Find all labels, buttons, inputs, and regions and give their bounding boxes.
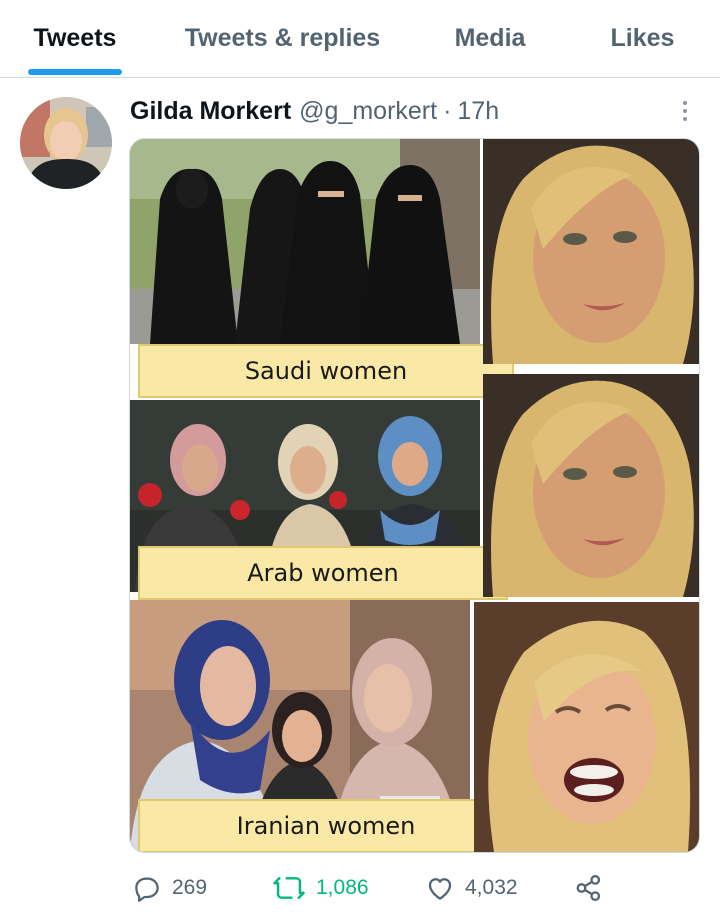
author-name[interactable]: Gilda Morkert <box>130 97 291 126</box>
profile-tab-bar: Tweets Tweets & replies Media Likes <box>0 0 720 78</box>
reply-icon <box>132 873 162 903</box>
tab-tweets-and-replies[interactable]: Tweets & replies <box>150 0 415 77</box>
photo-face-1 <box>483 139 699 364</box>
like-button[interactable]: 4,032 <box>425 866 518 910</box>
tweet-timestamp[interactable]: 17h <box>457 97 499 126</box>
heart-icon <box>425 873 455 903</box>
tab-likes[interactable]: Likes <box>565 0 720 77</box>
tweet-media[interactable]: Saudi women Arab women Iranian women <box>129 138 700 853</box>
caption-iranian-women: Iranian women <box>138 799 514 852</box>
photo-saudi-women <box>130 139 480 344</box>
like-count: 4,032 <box>465 876 518 899</box>
reply-button[interactable]: 269 <box>132 866 207 910</box>
avatar[interactable] <box>20 97 112 189</box>
retweet-icon <box>272 873 306 903</box>
active-tab-indicator <box>28 69 122 75</box>
retweet-count: 1,086 <box>316 876 369 899</box>
retweet-button[interactable]: 1,086 <box>272 866 369 910</box>
tweet-header: Gilda Morkert @g_morkert · 17h <box>130 94 499 128</box>
more-dots-icon[interactable] <box>672 96 698 126</box>
share-icon <box>574 873 604 903</box>
header-separator: · <box>443 96 452 125</box>
reply-count: 269 <box>172 876 208 899</box>
caption-arab-women: Arab women <box>138 546 508 600</box>
photo-crying-face <box>474 602 699 852</box>
author-handle[interactable]: @g_morkert <box>299 97 437 126</box>
tab-media[interactable]: Media <box>415 0 565 77</box>
caption-saudi-women: Saudi women <box>138 344 514 398</box>
tab-tweets[interactable]: Tweets <box>0 0 150 77</box>
tweet-actions: 269 1,086 4,032 <box>0 866 720 910</box>
photo-face-2 <box>483 374 699 597</box>
share-button[interactable] <box>574 866 604 910</box>
